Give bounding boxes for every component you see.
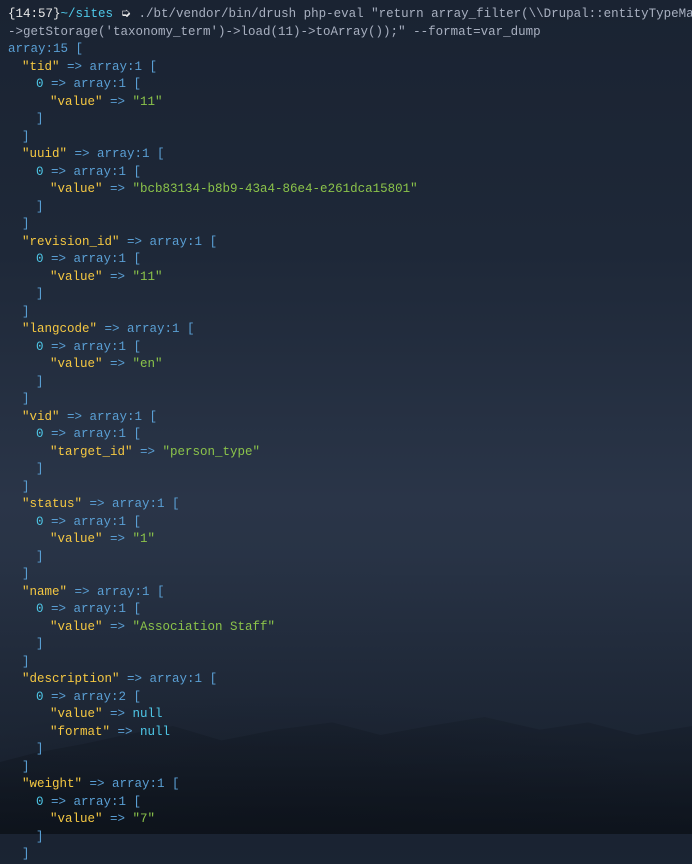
- prompt-line-2: ->getStorage('taxonomy_term')->load(11)-…: [8, 24, 684, 42]
- field-revision-id-value: "value" => "11": [8, 269, 684, 287]
- field-weight-value: "value" => "7": [8, 811, 684, 829]
- field-revision-id-index: 0 => array:1 [: [8, 251, 684, 269]
- field-revision-id: "revision_id" => array:1 [: [8, 234, 684, 252]
- close-bracket: ]: [8, 199, 684, 217]
- field-weight-index: 0 => array:1 [: [8, 794, 684, 812]
- close-bracket: ]: [8, 636, 684, 654]
- field-name: "name" => array:1 [: [8, 584, 684, 602]
- close-bracket: ]: [8, 846, 684, 864]
- field-description-index: 0 => array:2 [: [8, 689, 684, 707]
- close-bracket: ]: [8, 461, 684, 479]
- prompt-line-1: {14:57}~/sites ➭ ./bt/vendor/bin/drush p…: [8, 6, 684, 24]
- field-description: "description" => array:1 [: [8, 671, 684, 689]
- close-bracket: ]: [8, 759, 684, 777]
- close-bracket: ]: [8, 566, 684, 584]
- field-uuid-value: "value" => "bcb83134-b8b9-43a4-86e4-e261…: [8, 181, 684, 199]
- command-part-1: ./bt/vendor/bin/drush php-eval "return a…: [139, 7, 692, 21]
- field-name-value: "value" => "Association Staff": [8, 619, 684, 637]
- field-weight: "weight" => array:1 [: [8, 776, 684, 794]
- prompt-time: {14:57}: [8, 7, 61, 21]
- close-bracket: ]: [8, 741, 684, 759]
- field-langcode-value: "value" => "en": [8, 356, 684, 374]
- field-vid-value: "target_id" => "person_type": [8, 444, 684, 462]
- close-bracket: ]: [8, 374, 684, 392]
- command-part-2: ->getStorage('taxonomy_term')->load(11)-…: [8, 25, 541, 39]
- close-bracket: ]: [8, 479, 684, 497]
- field-uuid-index: 0 => array:1 [: [8, 164, 684, 182]
- field-tid: "tid" => array:1 [: [8, 59, 684, 77]
- close-bracket: ]: [8, 304, 684, 322]
- field-vid: "vid" => array:1 [: [8, 409, 684, 427]
- close-bracket: ]: [8, 286, 684, 304]
- close-bracket: ]: [8, 129, 684, 147]
- close-bracket: ]: [8, 216, 684, 234]
- close-bracket: ]: [8, 654, 684, 672]
- field-description-value1: "value" => null: [8, 706, 684, 724]
- close-bracket: ]: [8, 111, 684, 129]
- field-langcode-index: 0 => array:1 [: [8, 339, 684, 357]
- field-status-index: 0 => array:1 [: [8, 514, 684, 532]
- close-bracket: ]: [8, 549, 684, 567]
- field-tid-value: "value" => "11": [8, 94, 684, 112]
- prompt-path: ~/sites: [61, 7, 114, 21]
- field-vid-index: 0 => array:1 [: [8, 426, 684, 444]
- terminal-output: {14:57}~/sites ➭ ./bt/vendor/bin/drush p…: [8, 6, 684, 864]
- field-name-index: 0 => array:1 [: [8, 601, 684, 619]
- field-status-value: "value" => "1": [8, 531, 684, 549]
- output-root: array:15 [: [8, 41, 684, 59]
- field-description-value2: "format" => null: [8, 724, 684, 742]
- field-uuid: "uuid" => array:1 [: [8, 146, 684, 164]
- field-tid-index: 0 => array:1 [: [8, 76, 684, 94]
- prompt-arrow: ➭: [121, 7, 131, 21]
- close-bracket: ]: [8, 829, 684, 847]
- field-langcode: "langcode" => array:1 [: [8, 321, 684, 339]
- close-bracket: ]: [8, 391, 684, 409]
- field-status: "status" => array:1 [: [8, 496, 684, 514]
